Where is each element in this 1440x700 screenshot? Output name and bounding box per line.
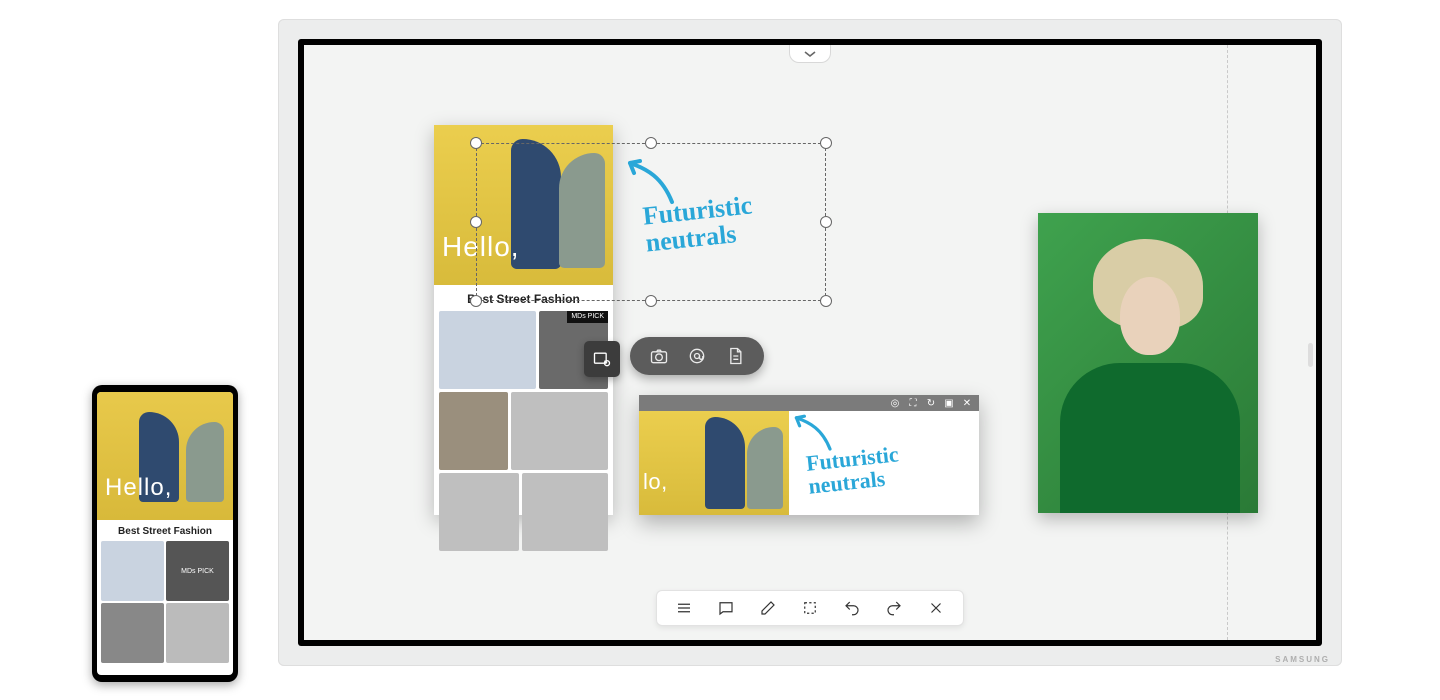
camera-icon[interactable]: ◎ bbox=[889, 398, 901, 409]
resize-handle[interactable] bbox=[470, 137, 482, 149]
phone-grid: MDs PICK bbox=[97, 541, 233, 663]
document-icon[interactable] bbox=[724, 345, 746, 367]
portrait-image[interactable] bbox=[1038, 213, 1258, 513]
snippet-toolbar: ◎ ⛶ ↻ ▣ ✕ bbox=[639, 395, 979, 411]
resize-handle[interactable] bbox=[645, 137, 657, 149]
select-icon[interactable] bbox=[799, 597, 821, 619]
resize-handle[interactable] bbox=[470, 295, 482, 307]
phone-section-title: Best Street Fashion bbox=[97, 520, 233, 541]
camera-icon[interactable] bbox=[648, 345, 670, 367]
resize-handle[interactable] bbox=[820, 295, 832, 307]
snip-button[interactable] bbox=[584, 341, 620, 377]
ink-annotation: Futuristic neutrals bbox=[641, 191, 756, 257]
mds-pick-badge: MDs PICK bbox=[567, 311, 608, 323]
whiteboard-canvas[interactable]: Hello, Best Street Fashion MDs PICK bbox=[304, 45, 1316, 640]
phone-device: Hello, Best Street Fashion MDs PICK bbox=[92, 385, 238, 682]
flip-display: Hello, Best Street Fashion MDs PICK bbox=[278, 19, 1342, 666]
undo-icon[interactable] bbox=[841, 597, 863, 619]
edit-icon[interactable] bbox=[757, 597, 779, 619]
redo-icon[interactable] bbox=[883, 597, 905, 619]
brand-label: SAMSUNG bbox=[1275, 655, 1330, 664]
close-icon[interactable]: ✕ bbox=[961, 398, 973, 409]
snippet-annotation: Futuristic neutrals bbox=[805, 442, 902, 498]
resize-handle[interactable] bbox=[470, 216, 482, 228]
resize-handle[interactable] bbox=[820, 216, 832, 228]
close-icon[interactable] bbox=[925, 597, 947, 619]
phone-hero-text: Hello, bbox=[105, 474, 172, 502]
snippet-card[interactable]: ◎ ⛶ ↻ ▣ ✕ lo, Futuristic neutrals bbox=[639, 395, 979, 515]
at-icon[interactable] bbox=[686, 345, 708, 367]
fit-icon[interactable]: ▣ bbox=[943, 398, 955, 409]
phone-hero: Hello, bbox=[97, 392, 233, 520]
expand-icon[interactable]: ⛶ bbox=[907, 398, 919, 409]
rotate-icon[interactable]: ↻ bbox=[925, 398, 937, 409]
resize-handle[interactable] bbox=[645, 295, 657, 307]
ink-arrow bbox=[789, 413, 839, 453]
snippet-hero-text: lo, bbox=[643, 469, 668, 495]
phone-screen: Hello, Best Street Fashion MDs PICK bbox=[97, 392, 233, 675]
resize-handle[interactable] bbox=[820, 137, 832, 149]
menu-icon[interactable] bbox=[673, 597, 695, 619]
pull-down-tab[interactable] bbox=[789, 45, 831, 63]
mds-pick-badge: MDs PICK bbox=[166, 541, 229, 601]
note-icon[interactable] bbox=[715, 597, 737, 619]
scroll-indicator[interactable] bbox=[1308, 343, 1313, 367]
bottom-toolbar bbox=[656, 590, 964, 626]
capture-pill bbox=[630, 337, 764, 375]
